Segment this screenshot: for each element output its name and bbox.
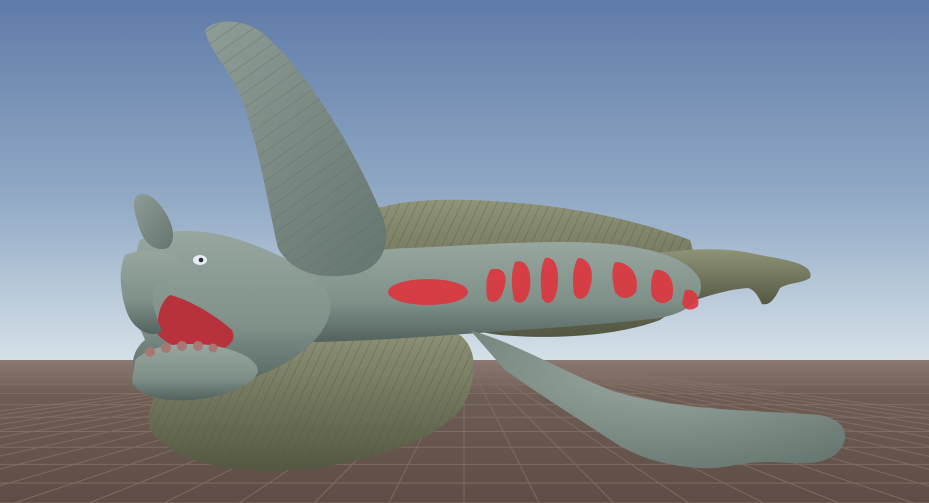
scene-viewport [0,0,929,503]
scene-canvas [0,0,929,503]
creature-pupil [198,257,204,263]
